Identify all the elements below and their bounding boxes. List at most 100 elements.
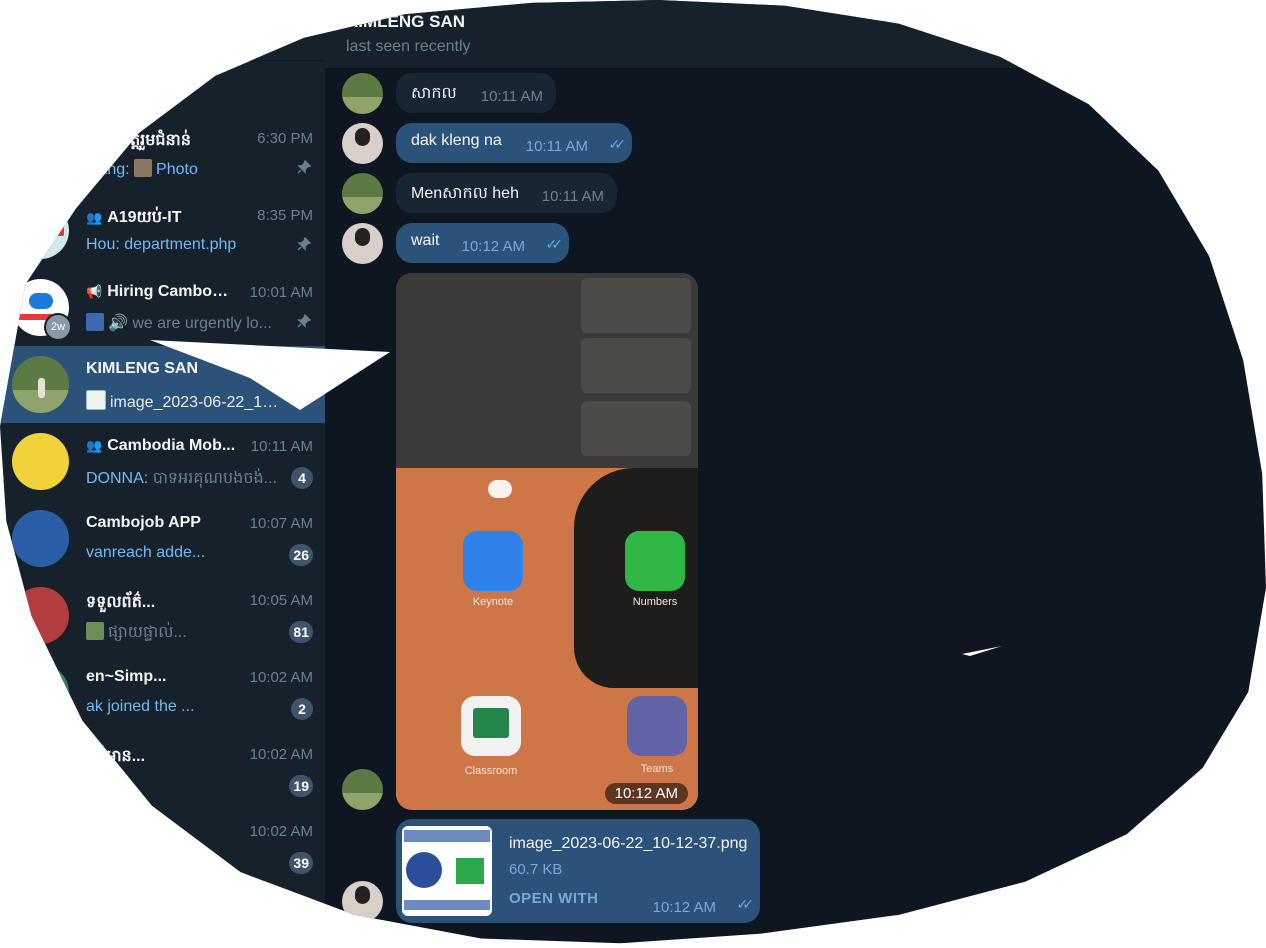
chat-list-item-active[interactable]: KIMLENG SAN image_2023-06-22_10-12-37.pn… [0,346,325,423]
message-text: wait [411,232,440,249]
unread-badge: 4 [291,467,313,489]
chat-preview-text: ផ្សាយផ្ទាល់... [108,624,187,641]
chat-header[interactable]: KIMLENG SAN last seen recently [325,0,1266,69]
app-label: Numbers [632,596,678,608]
chat-name-text: A19យប់-IT [107,209,182,226]
avatar [12,587,69,644]
chat-time: 10:02 AM [249,746,313,763]
telegram-window: A19 មិត្តរួមជំនាន់ 6:30 PM Liang: Photo … [0,0,1266,944]
chat-preview-text: Photo [156,161,198,178]
chat-sender: Hou: [86,236,120,253]
contact-name: KIMLENG SAN [346,12,465,31]
avatar [12,433,69,490]
avatar-badge: 2w [44,313,72,341]
photo-block [581,338,691,393]
unread-badge: 39 [289,852,313,874]
chat-name: ផ្ទុ... [86,825,110,842]
avatar[interactable] [342,123,383,164]
file-message[interactable]: image_2023-06-22_10-12-37.png 60.7 KB OP… [396,819,760,923]
chat-time: 10:02 AM [249,823,313,840]
chat-preview-text: vanreach adde... [86,544,206,561]
chat-list-item[interactable]: ទទួលព័ត៌... 10:05 AM ផ្សាយផ្ទាល់... 81 [0,577,325,654]
chat-list-item[interactable]: ព័ត៌មាន... 10:02 AM ក៏ដែរ 19 [0,731,325,808]
chat-time: 8:35 PM [257,207,313,224]
message-text: dak kleng na [411,132,502,149]
unread-badge: 26 [289,544,313,566]
avatar[interactable] [342,223,383,264]
keynote-app-icon [463,531,523,591]
chat-panel: KIMLENG SAN last seen recently សាកល 10:1… [325,0,1266,944]
photo-thumbnail [134,159,153,177]
chat-preview: vanreach adde... [86,544,281,562]
chat-preview-text: department.php [124,236,237,253]
avatar [12,202,69,259]
double-check-icon: ✓✓ [608,136,627,152]
chat-preview-text: ក៏ដែរ [86,778,117,795]
chat-name: ទទួលព័ត៌... [86,594,156,611]
chat-list-item[interactable]: A19 មិត្តរួមជំនាន់ 6:30 PM Liang: Photo [0,115,325,192]
avatar[interactable] [342,73,383,114]
teams-app-icon [627,696,687,756]
chat-time: 10:05 AM [249,592,313,609]
file-size: 60.7 KB [509,861,563,878]
avatar [12,664,69,721]
chat-preview: 🔊 we are urgently lo... [86,313,281,333]
photo-thumbnail [86,622,104,640]
message-time: 10:12 AM [652,899,716,916]
chat-name: ព័ត៌មាន... [86,748,146,765]
file-name: image_2023-06-22_10-12-37.png [509,835,748,852]
message-time: 10:12 AM [461,238,525,255]
open-with-button[interactable]: OPEN WITH [509,890,599,907]
avatar [12,741,69,798]
numbers-app-icon [625,531,685,591]
classroom-app-icon [461,696,521,756]
sidebar-header [0,0,325,61]
app-label: Keynote [472,596,514,608]
message-text: Menសាកល heh [411,185,519,202]
chat-list-item[interactable]: 👥 A19យប់-IT 8:35 PM Hou: department.php [0,192,325,269]
photo-message[interactable]: Keynote Numbers Classroom Teams 10:12 AM [396,273,698,810]
message-time: 10:11 AM [525,138,588,155]
chat-list-item[interactable]: 2w 📢 Hiring Cambodi... 10:01 AM 🔊 we are … [0,269,325,346]
chat-name: 👥 Cambodia Mob... [86,437,236,455]
chat-preview: សុខ... [86,852,281,876]
avatar[interactable] [342,769,383,810]
photo-block [581,401,691,456]
message-bubble-outgoing[interactable]: wait 10:12 AM ✓✓ [396,223,569,263]
chat-list-item[interactable]: Cambojob APP 10:07 AM vanreach adde... 2… [0,500,325,577]
megaphone-icon: 📢 [86,284,103,299]
photo-thumbnail [86,313,104,331]
group-icon: 👥 [86,210,103,225]
message-bubble-incoming[interactable]: សាកល 10:11 AM [396,73,556,113]
avatar[interactable] [342,881,383,922]
chat-list-sidebar: A19 មិត្តរួមជំនាន់ 6:30 PM Liang: Photo … [0,0,325,944]
chat-list-item[interactable]: 👥 Cambodia Mob... 10:11 AM DONNA: បាទអរគុ… [0,423,325,500]
chat-list-item[interactable]: ផ្ទុ... 10:02 AM សុខ... 39 [0,808,325,885]
unread-badge: 19 [289,775,313,797]
chat-preview-text: បាទអរគុណបងចង់... [152,470,277,487]
avatar [12,125,69,182]
avatar[interactable] [342,173,383,214]
avatar [12,818,69,875]
app-label: Classroom [464,765,518,777]
photo-glare [488,480,512,498]
app-label: Teams [640,763,674,775]
chat-preview: ក៏ដែរ [86,775,281,799]
photo-block [581,278,691,333]
chat-preview-text: សុខ... [86,855,125,872]
contact-status: last seen recently [346,38,471,55]
message-bubble-incoming[interactable]: Menសាកល heh 10:11 AM [396,173,617,213]
chat-name: en~Simp... [86,668,167,685]
chat-preview: Liang: Photo [86,159,281,179]
photo-time: 10:12 AM [604,783,688,804]
chat-sender: Liang: [86,161,130,178]
file-thumbnail[interactable] [402,826,492,916]
chat-preview-text: 🔊 we are urgently lo... [108,315,272,332]
avatar [12,356,69,413]
message-bubble-outgoing[interactable]: dak kleng na 10:11 AM ✓✓ [396,123,632,163]
chat-name: Cambojob APP [86,514,201,531]
chat-preview-text: image_2023-06-22_10-12-37.png [110,394,281,411]
chat-time: 10:02 AM [249,669,313,686]
chat-list-item[interactable]: en~Simp... 10:02 AM ak joined the ... 2 [0,654,325,731]
chat-preview: Hou: department.php [86,236,281,254]
